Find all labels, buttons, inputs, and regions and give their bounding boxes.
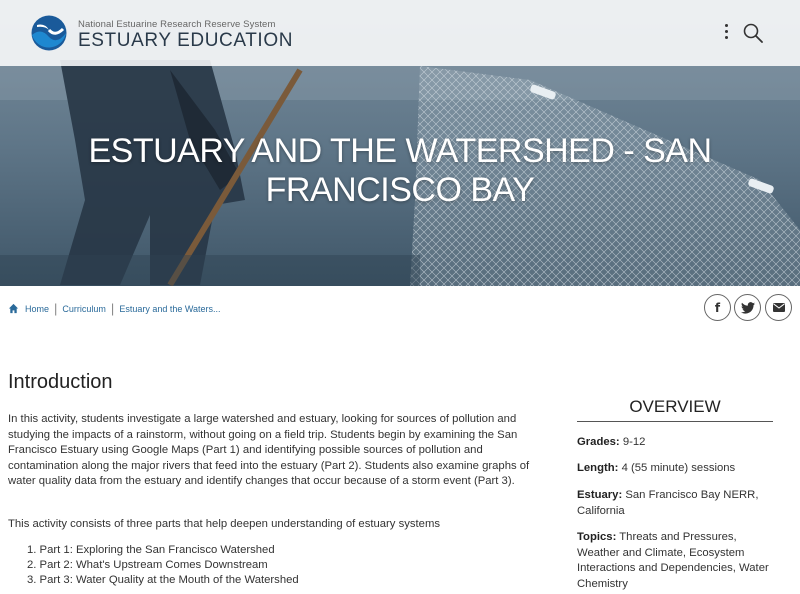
list-item: 3. Part 3: Water Quality at the Mouth of… <box>27 574 299 586</box>
breadcrumb: Home | Curriculum | Estuary and the Wate… <box>8 301 221 316</box>
noaa-logo[interactable] <box>31 15 67 51</box>
breadcrumb-home[interactable]: Home <box>25 304 49 314</box>
menu-kebab-icon[interactable] <box>720 22 732 44</box>
intro-paragraph: In this activity, students investigate a… <box>8 413 530 487</box>
length-value: 4 (55 minute) sessions <box>621 462 736 474</box>
list-item: 1. Part 1: Exploring the San Francisco W… <box>27 544 275 556</box>
breadcrumb-current[interactable]: Estuary and the Waters... <box>119 304 220 314</box>
facebook-icon: f <box>714 300 721 315</box>
twitter-share-button[interactable] <box>734 294 761 321</box>
email-icon <box>772 303 785 312</box>
overview-topics: Topics: Threats and Pressures, Weather a… <box>577 530 782 592</box>
page-title: ESTUARY AND THE WATERSHED - SAN FRANCISC… <box>88 132 712 209</box>
estuary-label: Estuary: <box>577 489 623 501</box>
overview-title: OVERVIEW <box>577 397 773 422</box>
overview-length: Length: 4 (55 minute) sessions <box>577 461 782 477</box>
overview-grades: Grades: 9-12 <box>577 435 782 451</box>
breadcrumb-curriculum[interactable]: Curriculum <box>62 304 106 314</box>
list-item: 2. Part 2: What's Upstream Comes Downstr… <box>27 559 268 571</box>
facebook-share-button[interactable]: f <box>704 294 731 321</box>
parts-intro: This activity consists of three parts th… <box>8 518 441 530</box>
topics-label: Topics: <box>577 531 617 543</box>
length-label: Length: <box>577 462 619 474</box>
breadcrumb-separator: | <box>54 301 58 316</box>
section-heading: Introduction <box>8 371 113 393</box>
search-icon[interactable] <box>742 22 764 44</box>
grades-value: 9-12 <box>622 436 646 448</box>
home-icon[interactable] <box>8 303 19 314</box>
grades-label: Grades: <box>577 436 620 448</box>
parts-list: 1. Part 1: Exploring the San Francisco W… <box>27 543 299 588</box>
site-name[interactable]: ESTUARY EDUCATION <box>78 30 293 52</box>
overview-estuary: Estuary: San Francisco Bay NERR, Califor… <box>577 488 782 519</box>
site-header: National Estuarine Research Reserve Syst… <box>0 0 800 66</box>
hero-banner: National Estuarine Research Reserve Syst… <box>0 0 800 286</box>
org-name: National Estuarine Research Reserve Syst… <box>78 19 276 30</box>
twitter-icon <box>740 301 755 314</box>
breadcrumb-separator: | <box>110 301 115 316</box>
email-share-button[interactable] <box>765 294 792 321</box>
